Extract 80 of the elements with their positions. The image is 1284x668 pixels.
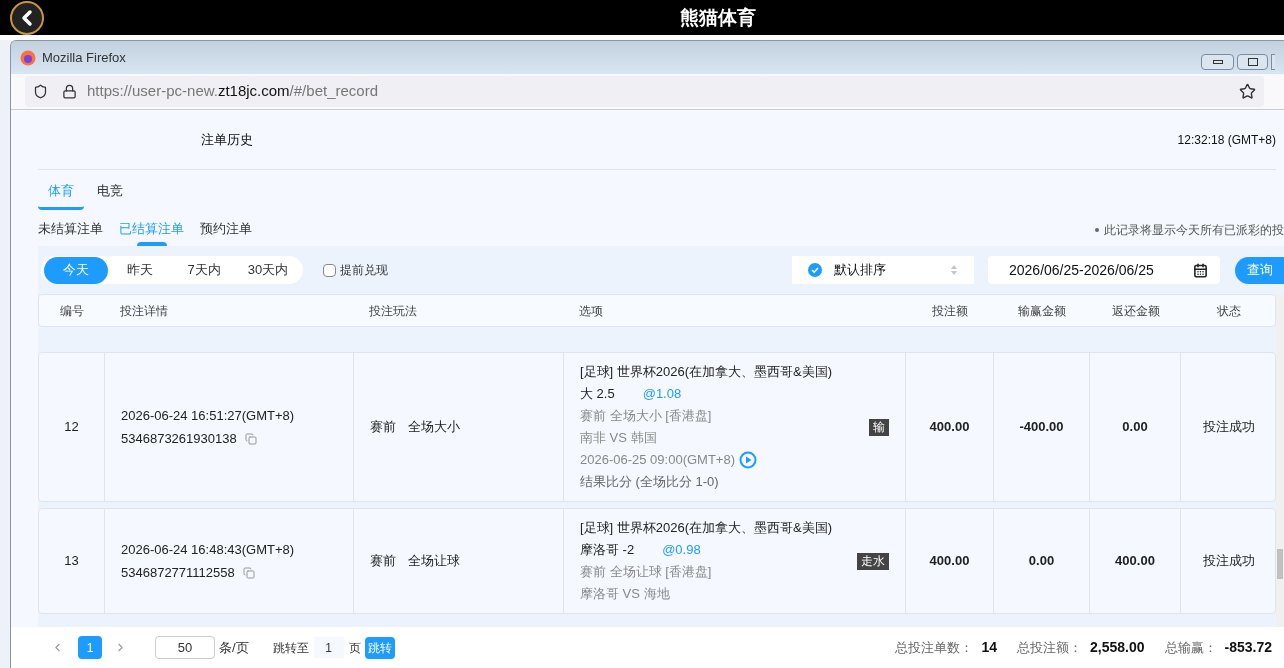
return-amount: 0.00 xyxy=(1122,418,1148,437)
summary-label: 总输赢： xyxy=(1164,638,1217,657)
market-line: 赛前 全场大小 [香港盘] xyxy=(580,407,713,425)
url-text: https://user-pc-new.zt18jc.com/#/bet_record xyxy=(87,81,378,102)
date-filter-tab[interactable]: 7天内 xyxy=(172,256,236,284)
sport-tab[interactable]: 电竞 xyxy=(87,174,133,210)
sort-select[interactable]: 默认排序 xyxy=(792,256,974,284)
bet-tab[interactable]: 预约注单 xyxy=(200,214,252,246)
date-range-field[interactable]: 2026/06/25-2026/06/25 xyxy=(988,256,1220,284)
scrollbar[interactable] xyxy=(1276,294,1284,627)
row-number: 12 xyxy=(64,418,79,437)
bet-tab[interactable]: 未结算注单 xyxy=(38,214,103,246)
summary-value: 2,558.00 xyxy=(1090,638,1145,657)
order-id: 5346872771112558 xyxy=(121,564,235,582)
page-title: 注单历史 xyxy=(201,130,253,149)
star-icon[interactable] xyxy=(1239,83,1256,100)
notice-text: 此记录将显示今天所有已派彩的投 xyxy=(1104,222,1284,239)
goto-label: 跳转至 xyxy=(272,639,309,657)
summary-label: 总投注额： xyxy=(1017,638,1082,657)
page-size-unit: 条/页 xyxy=(219,638,249,657)
minimize-button[interactable] xyxy=(1201,53,1234,70)
bet-odds: @1.08 xyxy=(642,385,682,403)
bet-market: 全场大小 xyxy=(408,418,460,437)
row-number: 13 xyxy=(64,552,79,571)
league-name: [足球] 世界杯2026(在加拿大、墨西哥&美国) xyxy=(580,519,833,537)
app-title: 熊猫体育 xyxy=(680,6,756,30)
market-line: 赛前 全场让球 [香港盘] xyxy=(580,563,713,581)
summary-value: 14 xyxy=(981,638,997,657)
goto-unit: 页 xyxy=(348,639,361,657)
date-filter-tab[interactable]: 30天内 xyxy=(236,256,300,284)
win-loss-amount: 0.00 xyxy=(1028,552,1055,571)
shield-icon[interactable] xyxy=(33,84,48,99)
return-amount: 400.00 xyxy=(1115,552,1155,571)
bet-pick: 摩洛哥 -2 xyxy=(580,541,635,559)
result-score: 结果比分 (全场比分 1-0) xyxy=(580,473,720,491)
column-header: 投注额 xyxy=(931,302,969,320)
column-header: 输赢金额 xyxy=(1017,302,1067,320)
kickoff-time: 2026-06-25 09:00(GMT+8) xyxy=(580,451,735,469)
window-title: Mozilla Firefox xyxy=(42,48,126,67)
order-id: 5346873261930138 xyxy=(121,430,237,448)
calendar-icon[interactable] xyxy=(1193,262,1208,278)
bet-status: 投注成功 xyxy=(1203,552,1255,571)
bet-market: 全场让球 xyxy=(408,552,460,571)
address-bar[interactable]: https://user-pc-new.zt18jc.com/#/bet_record xyxy=(25,76,1264,107)
check-circle-icon xyxy=(808,263,822,277)
date-filter-tab[interactable]: 昨天 xyxy=(108,256,172,284)
bet-time: 2026-06-24 16:51:27(GMT+8) xyxy=(121,406,295,425)
play-icon[interactable] xyxy=(739,451,757,469)
column-header: 投注玩法 xyxy=(368,302,418,320)
league-name: [足球] 世界杯2026(在加拿大、墨西哥&美国) xyxy=(580,363,833,381)
column-header: 返还金额 xyxy=(1110,302,1161,320)
column-header: 状态 xyxy=(1216,302,1242,320)
win-loss-amount: -400.00 xyxy=(1019,418,1064,437)
result-tag: 输 xyxy=(869,418,889,436)
back-button[interactable] xyxy=(10,0,44,35)
bet-status: 投注成功 xyxy=(1203,418,1255,437)
summary-label: 总投注单数： xyxy=(895,638,974,657)
bet-odds: @0.98 xyxy=(662,541,701,559)
bet-stage: 赛前 xyxy=(370,418,396,437)
clock-text: 12:32:18 (GMT+8) xyxy=(1177,131,1276,149)
maximize-button[interactable] xyxy=(1237,53,1268,70)
early-cashout-checkbox[interactable] xyxy=(323,263,336,277)
stake-amount: 400.00 xyxy=(929,552,970,571)
bet-pick: 大 2.5 xyxy=(580,385,615,403)
column-header: 编号 xyxy=(59,302,85,320)
column-header: 投注详情 xyxy=(119,302,169,320)
column-header: 选项 xyxy=(578,302,604,320)
stake-amount: 400.00 xyxy=(929,418,970,437)
page-size-field[interactable]: 50 xyxy=(155,636,215,659)
bet-time: 2026-06-24 16:48:43(GMT+8) xyxy=(121,540,295,559)
bet-stage: 赛前 xyxy=(370,552,396,571)
result-tag: 走水 xyxy=(857,552,889,570)
browser-logo-icon xyxy=(20,49,36,66)
summary-value: -853.72 xyxy=(1224,638,1272,657)
match-teams: 南非 VS 韩国 xyxy=(580,429,658,447)
match-teams: 摩洛哥 VS 海地 xyxy=(580,585,671,603)
sort-arrows-icon xyxy=(950,264,958,276)
early-cashout-label: 提前兑现 xyxy=(340,262,388,279)
goto-page-field[interactable]: 1 xyxy=(313,637,344,658)
lock-icon[interactable] xyxy=(62,84,77,99)
